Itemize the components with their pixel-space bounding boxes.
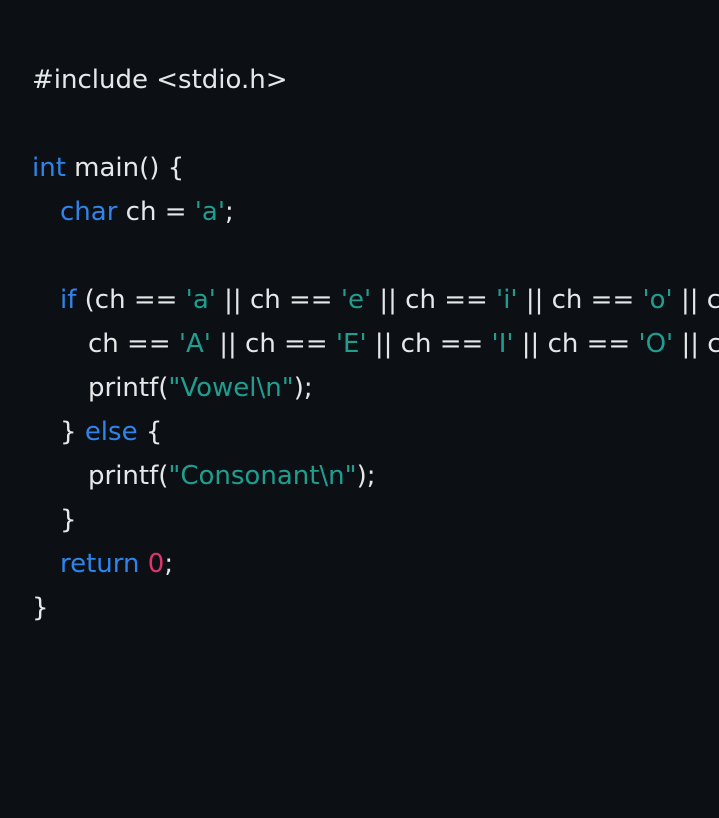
code-line: return 0; <box>60 542 173 586</box>
code-line: printf("Vowel\n"); <box>88 366 313 410</box>
code-token-keyword: int <box>32 153 66 183</box>
code-token-plain: || ch == <box>215 285 341 315</box>
code-token-string: 'A' <box>178 329 211 359</box>
code-token-keyword: return <box>60 549 140 579</box>
code-token-keyword: char <box>60 197 118 227</box>
code-line: printf("Consonant\n"); <box>88 454 376 498</box>
code-token-keyword: else <box>84 417 138 447</box>
code-line: ch == 'A' || ch == 'E' || ch == 'I' || c… <box>88 322 719 366</box>
code-token-plain: ); <box>293 373 313 403</box>
code-token-plain: || ch == <box>210 329 336 359</box>
code-token-plain: } <box>32 593 49 623</box>
code-token-number: 0 <box>147 549 165 579</box>
code-token-string: "Consonant\n" <box>168 461 357 491</box>
code-token-plain: || ch == <box>681 329 719 359</box>
code-token-plain: (ch == <box>76 285 186 315</box>
code-line: } <box>32 586 49 630</box>
code-token-plain: ch == <box>88 329 179 359</box>
code-token-string: 'o' <box>642 285 673 315</box>
code-token-string: 'I' <box>491 329 514 359</box>
code-token-plain: || ch == <box>513 329 639 359</box>
code-token-plain: printf( <box>88 373 169 403</box>
code-token-plain: } <box>60 505 77 535</box>
code-line: if (ch == 'a' || ch == 'e' || ch == 'i' … <box>60 278 719 322</box>
code-token-string: 'a' <box>185 285 216 315</box>
code-token-plain: ch = <box>117 197 195 227</box>
code-token-plain: { <box>137 417 163 447</box>
code-token-string: "Vowel\n" <box>168 373 294 403</box>
code-token-string: 'i' <box>496 285 518 315</box>
code-editor[interactable]: #include <stdio.h> int main() { char ch … <box>0 0 719 818</box>
code-token-string: 'a' <box>194 197 225 227</box>
code-token-plain: || ch == <box>680 285 719 315</box>
code-token-string: 'e' <box>340 285 372 315</box>
code-token-string: 'O' <box>638 329 674 359</box>
code-token-plain: || ch == <box>517 285 643 315</box>
code-token-keyword: if <box>60 285 77 315</box>
code-line: } else { <box>60 410 162 454</box>
code-token-plain: ); <box>356 461 376 491</box>
code-token-plain: || ch == <box>366 329 492 359</box>
code-token-plain: #include <stdio.h> <box>32 65 288 95</box>
code-token-plain: ; <box>164 549 174 579</box>
code-token-plain: || ch == <box>371 285 497 315</box>
code-token-plain: ; <box>225 197 234 227</box>
code-token-plain: main() { <box>65 153 185 183</box>
code-token-plain: printf( <box>88 461 169 491</box>
code-line: int main() { <box>32 146 184 190</box>
code-line: } <box>60 498 77 542</box>
code-token-string: 'E' <box>335 329 367 359</box>
code-token-plain: } <box>60 417 85 447</box>
code-line: #include <stdio.h> <box>32 58 287 102</box>
code-line: char ch = 'a'; <box>60 190 234 234</box>
